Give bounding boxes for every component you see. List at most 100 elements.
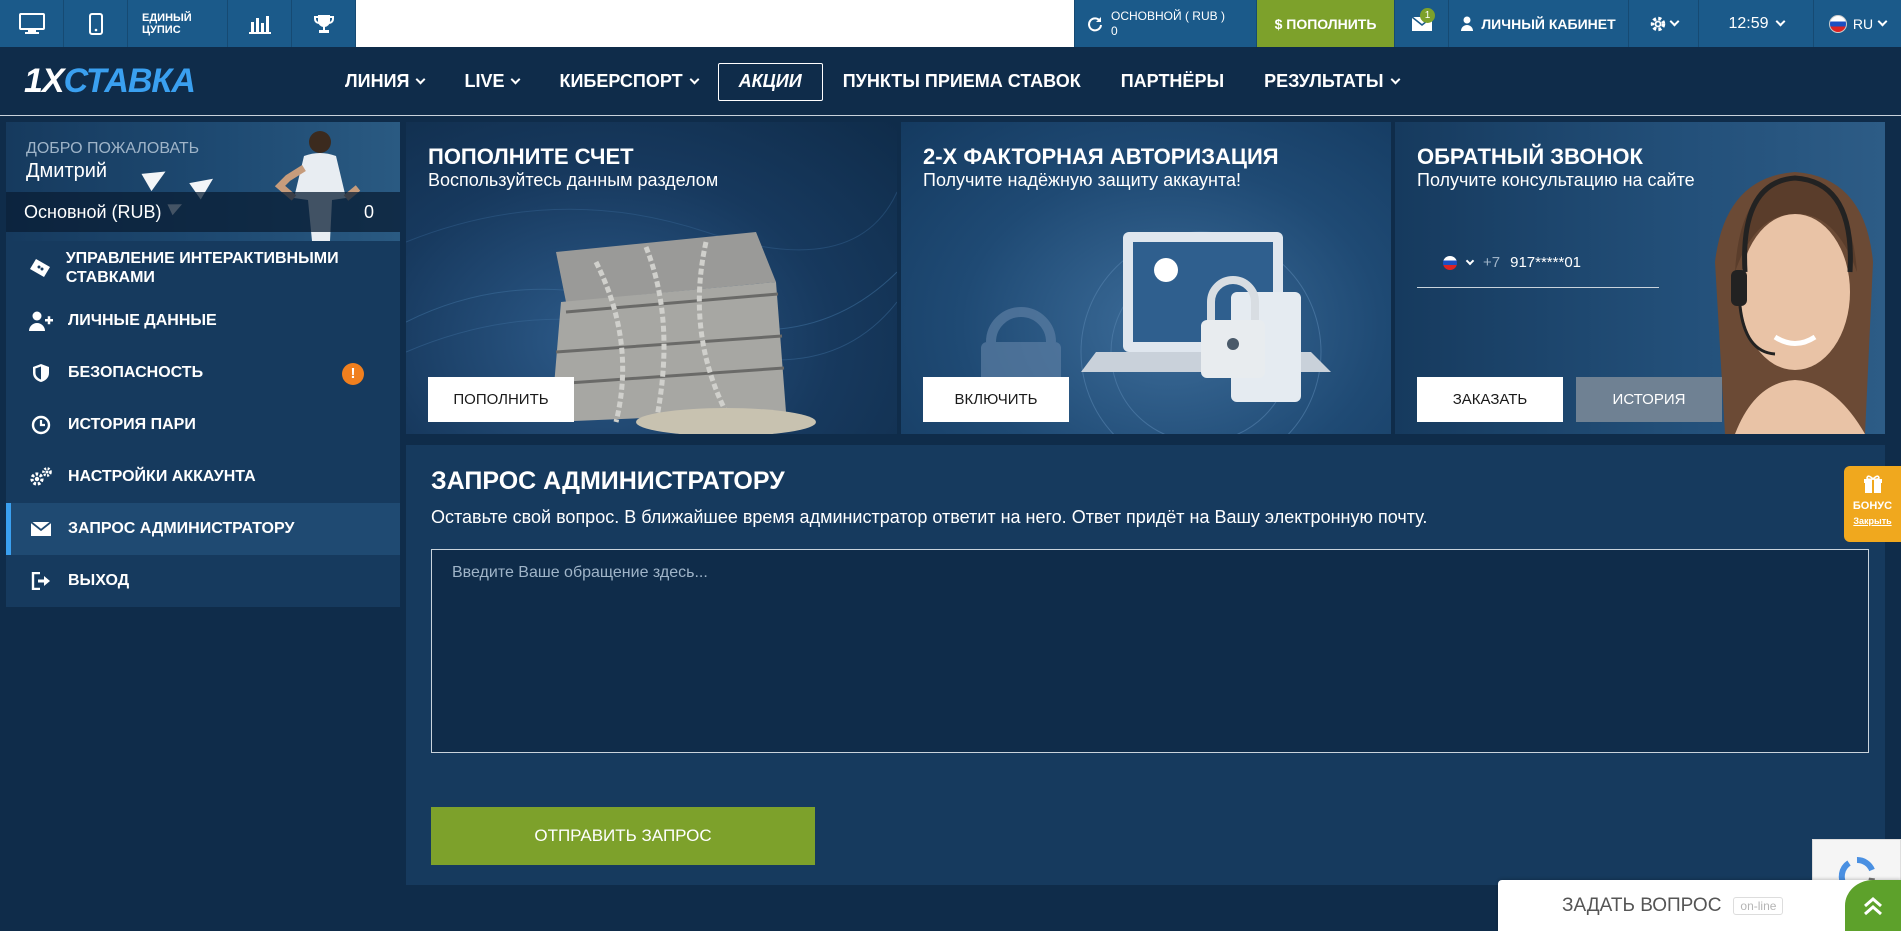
nav-item-promotions[interactable]: АКЦИИ [717,62,823,101]
shield-icon [28,363,54,383]
balance-text: ОСНОВНОЙ ( RUB ) 0 [1111,9,1225,39]
statistics-button[interactable] [228,0,292,47]
username: Дмитрий [26,160,108,182]
bonus-widget[interactable]: БОНУС Закрыть [1844,466,1901,542]
nav-item-results[interactable]: РЕЗУЛЬТАТЫ [1244,63,1418,101]
callback-phone-field[interactable]: +7 917*****01 [1417,238,1659,288]
sidebar-item-label: БЕЗОПАСНОСТЬ [68,364,204,381]
messages-button[interactable]: 1 [1394,0,1448,47]
banner-subtitle: Получите надёжную защиту аккаунта! [923,170,1242,190]
sidebar-item-label: НАСТРОЙКИ АККАУНТА [68,468,256,485]
banner-2fa: 2-Х ФАКТОРНАЯ АВТОРИЗАЦИЯ Получите надёж… [901,122,1391,434]
language-dropdown[interactable]: RU [1813,0,1901,47]
nav-item-betting-points[interactable]: ПУНКТЫ ПРИЕМА СТАВОК [823,63,1101,101]
time-dropdown[interactable]: 12:59 [1698,0,1813,47]
top-bar-left: ЕДИНЫЙ ЦУПИС [0,0,356,47]
sidebar-item-admin-request[interactable]: ЗАПРОС АДМИНИСТРАТОРУ [6,503,400,555]
banner-subtitle: Получите консультацию на сайте [1417,170,1695,190]
page-title: ЗАПРОС АДМИНИСТРАТОРУ [431,467,785,495]
welcome-text: ДОБРО ПОЖАЛОВАТЬ [26,140,200,157]
sidebar-item-interactive-bets[interactable]: УПРАВЛЕНИЕ ИНТЕРАКТИВНЫМИ СТАВКАМИ [6,241,400,295]
banner-deposit-button[interactable]: ПОПОЛНИТЬ [428,377,574,422]
chevron-down-icon [1877,16,1888,27]
sidebar-item-security[interactable]: БЕЗОПАСНОСТЬ ! [6,347,400,399]
gears-icon [28,466,54,488]
bonus-close-link[interactable]: Закрыть [1853,516,1891,526]
bonus-label: БОНУС [1852,500,1893,512]
nav-item-label: ЛИНИЯ [345,71,410,91]
nav-item-partners[interactable]: ПАРТНЁРЫ [1101,63,1244,101]
sidebar-item-label: ЛИЧНЫЕ ДАННЫЕ [68,312,217,329]
callback-history-button[interactable]: ИСТОРИЯ [1576,377,1722,422]
request-textarea[interactable]: Введите Ваше обращение здесь... [431,549,1869,753]
logo-prefix: 1X [24,62,65,100]
submit-request-button[interactable]: ОТПРАВИТЬ ЗАПРОС [431,807,815,865]
nav-item-esports[interactable]: КИБЕРСПОРТ [539,63,717,101]
cupis-line2: ЦУПИС [142,23,181,36]
chevron-down-icon [416,74,426,85]
nav-item-label: LIVE [464,71,505,91]
profile-header: ДОБРО ПОЖАЛОВАТЬ Дмитрий Основной (RUB) … [6,122,400,241]
chevron-down-icon[interactable] [1465,256,1475,265]
nav-item-label: ПАРТНЁРЫ [1120,71,1225,91]
chat-expand-button[interactable] [1845,880,1901,931]
sidebar-item-account-settings[interactable]: НАСТРОЙКИ АККАУНТА [6,451,400,503]
top-bar: ЕДИНЫЙ ЦУПИС ОСНОВНОЙ ( RUB ) 0 $ ПОПОЛН… [0,0,1901,47]
chevron-down-icon [689,74,700,85]
account-value: 0 [363,201,374,222]
chevron-double-up-icon [1864,896,1882,915]
gift-icon [1863,475,1882,493]
top-bar-right: ОСНОВНОЙ ( RUB ) 0 $ ПОПОЛНИТЬ 1 ЛИЧНЫЙ … [1074,0,1901,47]
desktop-version-button[interactable] [0,0,64,47]
order-callback-button[interactable]: ЗАКАЗАТЬ [1417,377,1563,422]
banner-title: ПОПОЛНИТЕ СЧЕТ [428,144,634,169]
nav-item-label: АКЦИИ [738,71,802,91]
admin-request-panel: ЗАПРОС АДМИНИСТРАТОРУ Оставьте свой вопр… [406,445,1885,885]
site-logo[interactable]: 1XСТАВКА [24,62,196,100]
nav-item-label: РЕЗУЛЬТАТЫ [1264,71,1384,91]
logout-icon [28,572,54,590]
account-sidebar: ДОБРО ПОЖАЛОВАТЬ Дмитрий Основной (RUB) … [6,122,400,607]
security-warning-badge: ! [342,363,364,385]
balance-label: ОСНОВНОЙ ( RUB ) [1111,8,1225,23]
balance-widget[interactable]: ОСНОВНОЙ ( RUB ) 0 [1074,0,1256,47]
banner-callback: ОБРАТНЫЙ ЗВОНОК Получите консультацию на… [1395,122,1885,434]
chevron-down-icon [1669,16,1680,27]
nav-item-line[interactable]: ЛИНИЯ [325,63,444,101]
sidebar-item-label: ВЫХОД [68,572,130,589]
sidebar-item-logout[interactable]: ВЫХОД [6,555,400,607]
banner-enable-2fa-button[interactable]: ВКЛЮЧИТЬ [923,377,1069,422]
settings-dropdown[interactable] [1628,0,1698,47]
cupis-line1: ЕДИНЫЙ [142,11,192,24]
results-trophy-button[interactable] [292,0,356,47]
mobile-icon [88,12,103,35]
sidebar-item-personal-data[interactable]: ЛИЧНЫЕ ДАННЫЕ [6,295,400,347]
deposit-button[interactable]: $ ПОПОЛНИТЬ [1256,0,1394,47]
refresh-icon[interactable] [1087,16,1103,32]
ask-question-widget[interactable]: ЗАДАТЬ ВОПРОС on-line [1498,880,1901,931]
phone-country-code: +7 [1483,254,1501,271]
ticket-icon [28,258,52,278]
ask-question-label: ЗАДАТЬ ВОПРОС [1562,894,1722,916]
nav-item-live[interactable]: LIVE [444,63,539,101]
sidebar-item-label: ЗАПРОС АДМИНИСТРАТОРУ [68,520,295,537]
personal-cabinet-button[interactable]: ЛИЧНЫЙ КАБИНЕТ [1448,0,1628,47]
chevron-down-icon [1775,16,1785,27]
banner-subtitle: Воспользуйтесь данным разделом [428,170,719,190]
mobile-version-button[interactable] [64,0,128,47]
language-code: RU [1852,15,1874,32]
sidebar-item-bet-history[interactable]: ИСТОРИЯ ПАРИ [6,399,400,451]
paper-plane-decoration [141,162,171,192]
chevron-down-icon [1390,74,1401,85]
account-balance-row: Основной (RUB) 0 [6,192,400,232]
messages-count-badge: 1 [1420,8,1435,23]
cupis-button[interactable]: ЕДИНЫЙ ЦУПИС [128,0,228,47]
trophy-icon [313,14,334,33]
envelope-icon [28,521,54,537]
russia-flag-icon [1828,14,1847,33]
online-status-badge: on-line [1733,896,1784,915]
nav-menu: ЛИНИЯ LIVE КИБЕРСПОРТ АКЦИИ ПУНКТЫ ПРИЕМ… [325,47,1419,116]
chevron-down-icon [511,74,521,85]
gear-icon [1650,16,1666,31]
clock-time: 12:59 [1728,14,1769,32]
